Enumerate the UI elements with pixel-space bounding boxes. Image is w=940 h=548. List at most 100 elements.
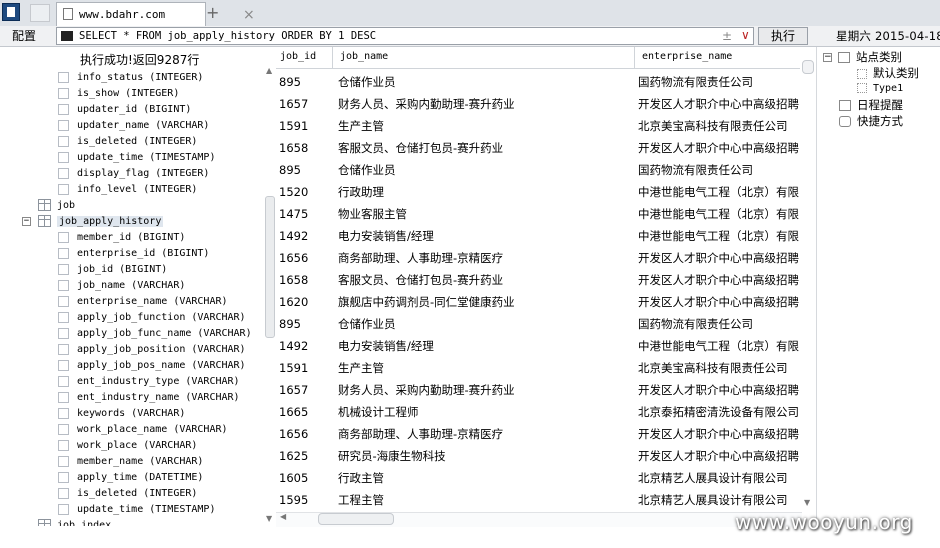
cell-job-id[interactable]: 1620 [279,291,308,313]
cell-job-name[interactable]: 仓储作业员 [338,313,396,335]
tree-type1[interactable]: Type1 [857,81,903,97]
tree-column-item[interactable]: work_place (VARCHAR) [58,438,197,454]
tree-column-item[interactable]: member_name (VARCHAR) [58,454,203,470]
tree-default-category[interactable]: 默认类别 [857,65,919,81]
table-row[interactable]: 895 仓储作业员 国药物流有限责任公司 [276,159,802,181]
cell-enterprise-name[interactable]: 北京精艺人展具设计有限公司 [638,467,802,489]
tree-column-item[interactable]: apply_job_function (VARCHAR) [58,310,246,326]
table-row[interactable]: 1625 研究员-海康生物科技 开发区人才职介中心中高级招聘 [276,445,802,467]
tree-column-item[interactable]: apply_time (DATETIME) [58,470,203,486]
table-row[interactable]: 895 仓储作业员 国药物流有限责任公司 [276,71,802,93]
tree-column-item[interactable]: apply_job_pos_name (VARCHAR) [58,358,246,374]
cell-job-name[interactable]: 生产主管 [338,115,384,137]
collapse-icon[interactable]: − [823,53,832,62]
tree-column-item[interactable]: info_status (INTEGER) [58,70,203,86]
scroll-down-icon[interactable]: ▼ [266,514,272,523]
cell-job-name[interactable]: 行政主管 [338,467,384,489]
grid-scroll-thumb[interactable] [802,60,814,74]
cell-job-name[interactable]: 行政助理 [338,181,384,203]
tree-column-item[interactable]: is_show (INTEGER) [58,86,179,102]
cell-job-name[interactable]: 商务部助理、人事助理-京精医疗 [338,247,503,269]
scroll-up-icon[interactable]: ▲ [266,66,272,75]
tree-column-item[interactable]: work_place_name (VARCHAR) [58,422,228,438]
chevron-down-icon[interactable]: ∨ [741,28,750,42]
cell-enterprise-name[interactable]: 国药物流有限责任公司 [638,71,802,93]
table-row[interactable]: 1657 财务人员、采购内勤助理-赛升药业 开发区人才职介中心中高级招聘 [276,93,802,115]
cell-job-id[interactable]: 1492 [279,225,308,247]
new-tab-icon[interactable]: + [206,3,219,22]
column-header-enterprise-name[interactable]: enterprise_name [642,51,732,62]
app-logo-icon[interactable] [2,3,20,21]
cell-job-name[interactable]: 旗舰店中药调剂员-同仁堂健康药业 [338,291,515,313]
config-button[interactable]: 配置 [12,27,36,44]
cell-job-id[interactable]: 895 [279,313,301,335]
table-row[interactable]: 1475 物业客服主管 中港世能电气工程（北京）有限 [276,203,802,225]
tree-scroll-thumb[interactable] [265,196,275,338]
cell-job-id[interactable]: 895 [279,71,301,93]
cell-job-id[interactable]: 1475 [279,203,308,225]
table-row[interactable]: 1658 客服文员、仓储打包员-赛升药业 开发区人才职介中心中高级招聘 [276,269,802,291]
cell-job-id[interactable]: 1658 [279,137,308,159]
clear-icon[interactable]: ± [722,29,732,43]
cell-job-id[interactable]: 1657 [279,379,308,401]
cell-job-name[interactable]: 电力安装销售/经理 [338,335,434,357]
tree-column-item[interactable]: enterprise_name (VARCHAR) [58,294,228,310]
cell-enterprise-name[interactable]: 开发区人才职介中心中高级招聘 [638,269,802,291]
cell-enterprise-name[interactable]: 北京精艺人展具设计有限公司 [638,489,802,511]
table-row[interactable]: 1591 生产主管 北京美宝高科技有限责任公司 [276,357,802,379]
column-header-job-id[interactable]: job_id [280,51,316,62]
cell-job-name[interactable]: 仓储作业员 [338,71,396,93]
cell-job-name[interactable]: 生产主管 [338,357,384,379]
table-row[interactable]: 1620 旗舰店中药调剂员-同仁堂健康药业 开发区人才职介中心中高级招聘 [276,291,802,313]
cell-enterprise-name[interactable]: 中港世能电气工程（北京）有限 [638,225,802,247]
tree-column-item[interactable]: is_deleted (INTEGER) [58,486,197,502]
tree-column-item[interactable]: updater_id (BIGINT) [58,102,191,118]
cell-enterprise-name[interactable]: 北京美宝高科技有限责任公司 [638,357,802,379]
tree-column-item[interactable]: ent_industry_type (VARCHAR) [58,374,240,390]
cell-job-name[interactable]: 物业客服主管 [338,203,407,225]
tree-column-item[interactable]: update_time (TIMESTAMP) [58,502,215,518]
table-row[interactable]: 1595 工程主管 北京精艺人展具设计有限公司 [276,489,802,511]
tree-column-item[interactable]: ent_industry_name (VARCHAR) [58,390,240,406]
cell-enterprise-name[interactable]: 中港世能电气工程（北京）有限 [638,181,802,203]
cell-job-name[interactable]: 电力安装销售/经理 [338,225,434,247]
tree-column-item[interactable]: updater_name (VARCHAR) [58,118,209,134]
tree-reminders[interactable]: 日程提醒 [839,97,903,113]
tree-column-item[interactable]: info_level (INTEGER) [58,182,197,198]
tree-site-category[interactable]: − 站点类别 [823,49,902,65]
cell-job-id[interactable]: 1605 [279,467,308,489]
tree-table-item[interactable]: − job_apply_history [22,214,164,230]
scroll-down-icon[interactable]: ▼ [804,498,810,507]
cell-enterprise-name[interactable]: 国药物流有限责任公司 [638,313,802,335]
cell-job-id[interactable]: 1658 [279,269,308,291]
cell-enterprise-name[interactable]: 开发区人才职介中心中高级招聘 [638,247,802,269]
cell-enterprise-name[interactable]: 中港世能电气工程（北京）有限 [638,203,802,225]
cell-job-id[interactable]: 1656 [279,423,308,445]
tree-column-item[interactable]: job_name (VARCHAR) [58,278,185,294]
blank-tab[interactable] [30,4,50,22]
cell-job-id[interactable]: 1665 [279,401,308,423]
cell-enterprise-name[interactable]: 开发区人才职介中心中高级招聘 [638,291,802,313]
table-row[interactable]: 1656 商务部助理、人事助理-京精医疗 开发区人才职介中心中高级招聘 [276,423,802,445]
close-icon[interactable]: × [243,7,255,23]
cell-job-id[interactable]: 1625 [279,445,308,467]
scroll-left-icon[interactable]: ◀ [280,512,286,521]
cell-job-id[interactable]: 1520 [279,181,308,203]
cell-job-id[interactable]: 1591 [279,357,308,379]
table-row[interactable]: 1665 机械设计工程师 北京泰拓精密清洗设备有限公司 [276,401,802,423]
column-header-job-name[interactable]: job_name [340,51,388,62]
tree-column-item[interactable]: is_deleted (INTEGER) [58,134,197,150]
table-row[interactable]: 1656 商务部助理、人事助理-京精医疗 开发区人才职介中心中高级招聘 [276,247,802,269]
column-divider[interactable] [332,47,333,68]
cell-job-id[interactable]: 1656 [279,247,308,269]
cell-enterprise-name[interactable]: 开发区人才职介中心中高级招聘 [638,423,802,445]
cell-job-id[interactable]: 1595 [279,489,308,511]
grid-horizontal-thumb[interactable] [318,513,394,525]
cell-job-name[interactable]: 客服文员、仓储打包员-赛升药业 [338,137,503,159]
table-row[interactable]: 1591 生产主管 北京美宝高科技有限责任公司 [276,115,802,137]
cell-enterprise-name[interactable]: 开发区人才职介中心中高级招聘 [638,93,802,115]
table-row[interactable]: 895 仓储作业员 国药物流有限责任公司 [276,313,802,335]
column-divider[interactable] [634,47,635,68]
sql-query-input[interactable]: SELECT * FROM job_apply_history ORDER BY… [56,27,754,45]
cell-enterprise-name[interactable]: 北京泰拓精密清洗设备有限公司 [638,401,802,423]
